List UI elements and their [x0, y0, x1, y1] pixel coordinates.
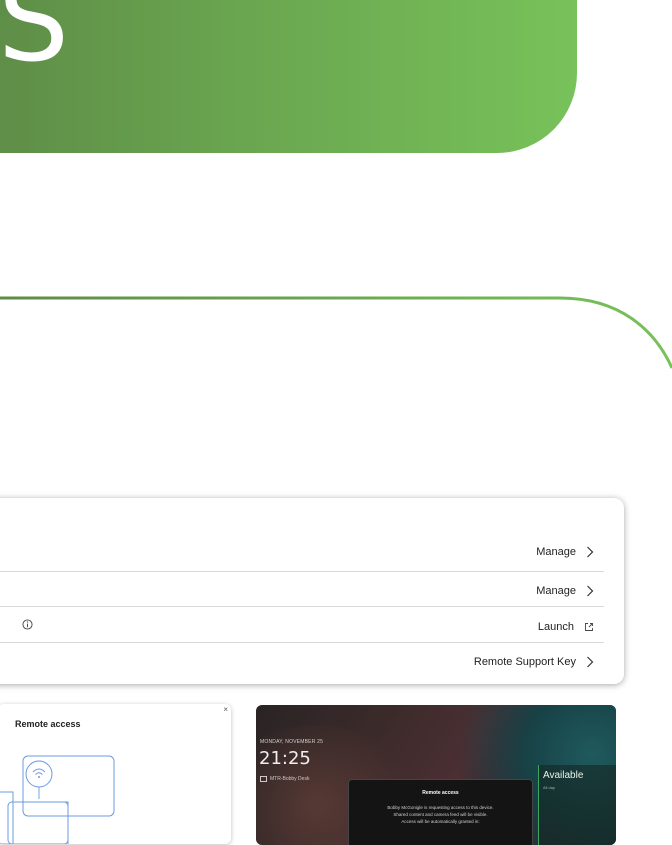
availability-status: Available — [543, 770, 584, 781]
row-divider — [0, 606, 604, 607]
dialog-line-3: Access will be automatically granted in: — [401, 819, 480, 824]
room-name: MTR-Bobby Desk — [260, 776, 309, 782]
dialog-line-2: Shared content and camera feed will be v… — [393, 812, 488, 817]
chevron-right-icon — [587, 585, 594, 596]
manage-button-2[interactable]: Manage — [536, 573, 594, 608]
dialog-line-1: Bobby McGonigle is requesting access to … — [387, 805, 494, 810]
availability-card: Available All day — [538, 765, 616, 845]
room-name-label: MTR-Bobby Desk — [270, 776, 310, 782]
settings-row-4: Remote Support Key — [0, 644, 624, 679]
external-link-icon — [585, 622, 593, 631]
settings-row-1: Manage — [0, 534, 624, 569]
availability-sub: All day — [543, 785, 556, 790]
remote-access-illustration — [0, 755, 115, 844]
close-icon[interactable]: × — [223, 705, 228, 714]
date-label: MONDAY, NOVEMBER 25 — [260, 739, 324, 745]
row-divider — [0, 642, 604, 643]
remote-access-panel: Remote access × — [0, 704, 231, 844]
launch-button[interactable]: Launch — [538, 609, 594, 644]
display-icon — [260, 776, 267, 782]
chevron-right-icon — [587, 656, 594, 667]
remote-access-title: Remote access — [15, 719, 81, 729]
dialog-title: Remote access — [422, 790, 459, 796]
manage-label-1: Manage — [536, 545, 576, 558]
hero-letter: S — [0, 0, 70, 87]
dialog-body: Bobby McGonigle is requesting access to … — [357, 804, 524, 825]
chevron-right-icon — [587, 546, 594, 557]
remote-support-key-label: Remote Support Key — [473, 655, 576, 668]
settings-card: Manage Manage Launch Remote Support Key — [0, 498, 624, 684]
remote-access-dialog: Remote access Bobby McGonigle is request… — [348, 779, 533, 845]
settings-row-2: Manage — [0, 573, 624, 608]
manage-button-1[interactable]: Manage — [536, 534, 594, 569]
launch-label: Launch — [537, 620, 574, 633]
hero-banner: S — [0, 0, 577, 153]
clock: 21:25 — [259, 748, 311, 769]
manage-label-2: Manage — [536, 584, 576, 597]
device-preview: MONDAY, NOVEMBER 25 21:25 MTR-Bobby Desk… — [256, 705, 616, 845]
info-icon[interactable] — [22, 619, 33, 630]
decorative-curve — [0, 296, 672, 369]
remote-support-key-button[interactable]: Remote Support Key — [474, 644, 594, 679]
row-divider — [0, 571, 604, 572]
settings-row-3: Launch — [0, 609, 624, 644]
